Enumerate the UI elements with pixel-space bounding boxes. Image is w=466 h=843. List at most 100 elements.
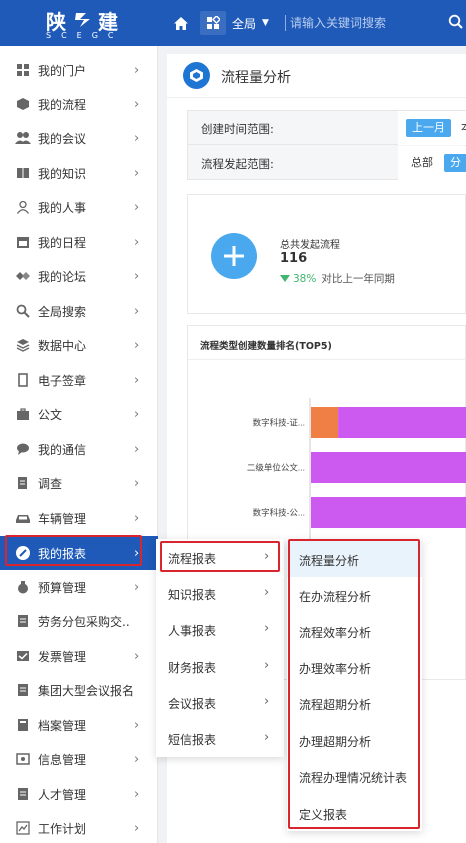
search-icon[interactable] xyxy=(448,14,464,30)
sidebar-item-label: 发票管理 xyxy=(38,649,87,664)
sidebar-item-label: 我的报表 xyxy=(38,546,87,561)
stat-trend: 38% 对比上一年同期 xyxy=(280,271,395,286)
sidebar-item-label: 我的通信 xyxy=(38,442,87,457)
last-month-option[interactable]: 上一月 xyxy=(406,119,451,137)
submenu-item-meeting-reports[interactable]: 会议报表 › xyxy=(156,684,284,720)
headquarters-option[interactable]: 总部 xyxy=(411,154,433,172)
book-icon xyxy=(15,165,31,181)
document-icon xyxy=(15,613,31,629)
sidebar-item-label: 我的流程 xyxy=(38,97,87,112)
submenu-item-label: 会议报表 xyxy=(168,697,217,711)
sidebar-item-meeting[interactable]: 我的会议 › xyxy=(0,121,158,155)
sidebar-item-e-signature[interactable]: 电子签章 › xyxy=(0,363,158,397)
submenu-item-workflow-overdue[interactable]: 流程超期分析 xyxy=(287,685,422,721)
submenu-item-label: 财务报表 xyxy=(168,661,217,675)
chevron-down-icon: ▼ xyxy=(262,18,269,28)
sidebar-item-label: 劳务分包采购交... xyxy=(38,614,130,629)
submenu-item-finance-reports[interactable]: 财务报表 › xyxy=(156,648,284,684)
sidebar-item-communication[interactable]: 我的通信 › xyxy=(0,432,158,466)
branch-option[interactable]: 分管 xyxy=(444,154,466,187)
sidebar-item-workflow[interactable]: 我的流程 › xyxy=(0,87,158,121)
sidebar-item-schedule[interactable]: 我的日程 › xyxy=(0,225,158,259)
submenu-item-label: 办理效率分析 xyxy=(299,662,372,676)
category-tick-label: 数字科技-公... xyxy=(253,508,305,518)
submenu-item-label: 办理超期分析 xyxy=(299,735,372,749)
chevron-right-icon: › xyxy=(134,510,140,526)
sidebar-item-archives[interactable]: 档案管理 › xyxy=(0,708,158,742)
submenu-item-workflow-reports[interactable]: 流程报表 › xyxy=(156,539,284,575)
page-title: 流程量分析 xyxy=(221,70,291,86)
sidebar-item-information[interactable]: 信息管理 › xyxy=(0,742,158,776)
bar-segment[interactable] xyxy=(311,497,466,528)
submenu-item-in-progress-analysis[interactable]: 在办流程分析 xyxy=(287,577,422,613)
sidebar-item-invoices[interactable]: 发票管理 › xyxy=(0,639,158,673)
person-icon xyxy=(15,199,31,215)
chevron-right-icon: › xyxy=(134,441,140,457)
sidebar-item-group-meeting-registration[interactable]: 集团大型会议报名 xyxy=(0,673,158,707)
workflow-icon xyxy=(15,96,31,112)
sidebar-item-work-plan[interactable]: 工作计划 › xyxy=(0,811,158,843)
chevron-right-icon: › xyxy=(264,658,270,673)
seal-icon xyxy=(15,372,31,388)
info-icon xyxy=(15,751,31,767)
submenu-item-label: 流程报表 xyxy=(168,552,217,566)
submenu-item-workflow-efficiency[interactable]: 流程效率分析 xyxy=(287,613,422,649)
home-button[interactable] xyxy=(168,11,194,35)
sidebar-item-hr[interactable]: 我的人事 › xyxy=(0,190,158,224)
submenu-item-handling-statistics[interactable]: 流程办理情况统计表 xyxy=(287,758,422,794)
this-period-option[interactable]: 本 xyxy=(461,119,466,137)
submenu-item-workflow-volume-analysis[interactable]: 流程量分析 xyxy=(287,541,422,577)
submenu-item-label: 流程量分析 xyxy=(299,554,360,568)
chevron-right-icon: › xyxy=(134,199,140,215)
sidebar-item-label: 我的知识 xyxy=(38,166,87,181)
chat-icon xyxy=(15,441,31,457)
sidebar-item-data-center[interactable]: 数据中心 › xyxy=(0,328,158,362)
trend-comparison: 对比上一年同期 xyxy=(321,273,395,285)
sidebar-item-budget[interactable]: 预算管理 › xyxy=(0,570,158,604)
chevron-right-icon: › xyxy=(134,372,140,388)
sidebar: 我的门户 › 我的流程 › 我的会议 › 我的知识 › 我的人事 › 我的日程 … xyxy=(0,46,158,843)
submenu-item-handling-overdue[interactable]: 办理超期分析 xyxy=(287,722,422,758)
sidebar-item-forum[interactable]: 我的论坛 › xyxy=(0,259,158,293)
chevron-right-icon: › xyxy=(264,621,270,636)
chevron-right-icon: › xyxy=(134,406,140,422)
sidebar-item-my-reports[interactable]: 我的报表 › xyxy=(0,536,158,570)
apps-button[interactable] xyxy=(200,11,226,35)
chevron-right-icon: › xyxy=(134,130,140,146)
bar-segment[interactable] xyxy=(338,407,466,438)
scope-filter-options: 总部 分管 xyxy=(398,146,466,187)
chevron-right-icon: › xyxy=(264,730,270,745)
chevron-right-icon: › xyxy=(134,545,140,561)
sidebar-item-knowledge[interactable]: 我的知识 › xyxy=(0,156,158,190)
sidebar-item-portal[interactable]: 我的门户 › xyxy=(0,53,158,87)
submenu-item-knowledge-reports[interactable]: 知识报表 › xyxy=(156,575,284,611)
chevron-right-icon: › xyxy=(264,549,270,564)
company-logo[interactable]: 陕 建 SCEGC xyxy=(0,0,158,46)
submenu-item-label: 流程效率分析 xyxy=(299,626,372,640)
submenu-item-sms-reports[interactable]: 短信报表 › xyxy=(156,720,284,756)
sidebar-item-labor-subcontract[interactable]: 劳务分包采购交... xyxy=(0,604,158,638)
archive-icon xyxy=(15,717,31,733)
document-icon xyxy=(15,682,31,698)
sidebar-item-label: 公文 xyxy=(38,407,63,422)
report-icon xyxy=(15,545,31,561)
bar-segment[interactable] xyxy=(311,407,339,438)
sidebar-item-label: 档案管理 xyxy=(38,718,87,733)
sidebar-item-documents[interactable]: 公文 › xyxy=(0,397,158,431)
submenu-item-label: 流程办理情况统计表 xyxy=(299,771,408,785)
submenu-item-custom-report[interactable]: 定义报表 xyxy=(287,795,422,831)
sidebar-item-global-search[interactable]: 全局搜索 › xyxy=(0,294,158,328)
chevron-right-icon: › xyxy=(134,337,140,353)
stat-label: 总共发起流程 xyxy=(280,240,340,251)
sidebar-item-vehicles[interactable]: 车辆管理 › xyxy=(0,501,158,535)
sidebar-item-talent[interactable]: 人才管理 › xyxy=(0,777,158,811)
bar-segment[interactable] xyxy=(311,452,466,483)
submenu-item-hr-reports[interactable]: 人事报表 › xyxy=(156,611,284,647)
sidebar-item-survey[interactable]: 调查 › xyxy=(0,466,158,500)
survey-icon xyxy=(15,475,31,491)
filter-panel: 创建时间范围: 上一月 本 流程发起范围: 总部 分管 xyxy=(187,110,466,187)
submenu-item-handling-efficiency[interactable]: 办理效率分析 xyxy=(287,649,422,685)
scope-label: 全局 xyxy=(232,16,257,31)
global-search-input[interactable] xyxy=(290,12,440,34)
scope-dropdown[interactable]: 全局 ▼ xyxy=(232,12,269,34)
